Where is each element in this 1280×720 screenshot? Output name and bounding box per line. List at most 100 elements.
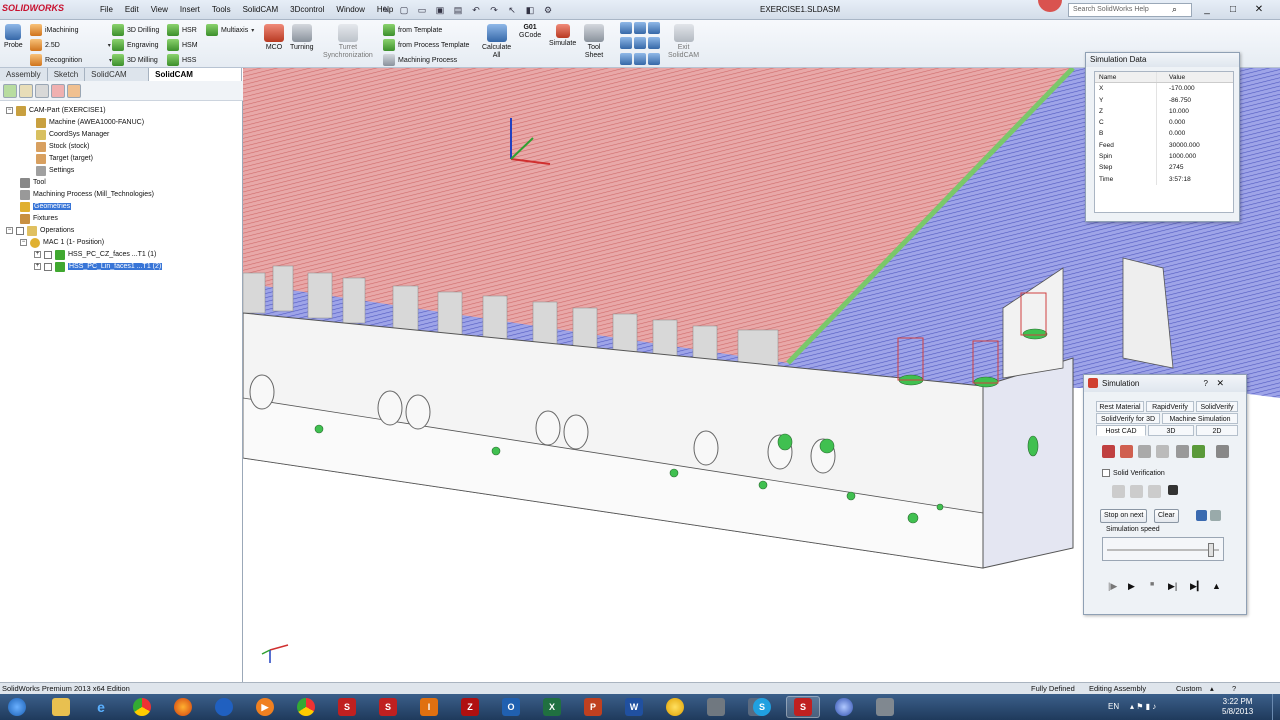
hsr-button[interactable]: HSR bbox=[167, 23, 197, 37]
system-clock[interactable]: 3:22 PM 5/8/2013 bbox=[1222, 697, 1253, 717]
stop-icon[interactable]: ■ bbox=[1150, 581, 1154, 588]
turning-button[interactable]: Turning bbox=[290, 24, 313, 52]
simulation-title-bar[interactable]: Simulation ? ✕ bbox=[1084, 375, 1246, 392]
rebuild-icon[interactable]: ◧ bbox=[522, 3, 538, 17]
menu-file[interactable]: File bbox=[94, 4, 119, 16]
start-button[interactable] bbox=[2, 696, 32, 718]
multiaxis-button[interactable]: Multiaxis ▾ bbox=[206, 23, 254, 37]
collapse-icon[interactable]: − bbox=[6, 227, 13, 234]
tree-operations[interactable]: − Operations bbox=[6, 225, 74, 236]
from-template-button[interactable]: from Template bbox=[383, 23, 442, 37]
tree-stock[interactable]: Stock (stock) bbox=[36, 141, 89, 152]
view-icon[interactable] bbox=[634, 22, 646, 34]
menu-edit[interactable]: Edit bbox=[119, 4, 145, 16]
collapse-icon[interactable]: − bbox=[20, 239, 27, 246]
tab-host-cad[interactable]: Host CAD bbox=[1096, 425, 1146, 436]
tab-solidverify-3d[interactable]: SolidVerify for 3D bbox=[1096, 413, 1160, 424]
table-row[interactable]: Z 10.000 bbox=[1095, 105, 1233, 118]
tray-icons[interactable]: ▴ ⚑ ▮ ♪ bbox=[1130, 702, 1156, 711]
close-icon[interactable]: ✕ bbox=[1216, 375, 1224, 392]
column-header-value[interactable]: Value bbox=[1157, 72, 1233, 82]
select-icon[interactable]: ↖ bbox=[504, 3, 520, 17]
checkbox[interactable] bbox=[16, 226, 24, 235]
view-icon[interactable] bbox=[634, 37, 646, 50]
language-indicator[interactable]: EN bbox=[1108, 702, 1119, 711]
dropdown-arrow-icon[interactable]: ▾ bbox=[251, 27, 254, 34]
from-process-template-button[interactable]: from Process Template bbox=[383, 38, 469, 52]
collapse-icon[interactable]: − bbox=[6, 107, 13, 114]
feature-manager-icon[interactable] bbox=[3, 84, 17, 98]
dim-expert-icon[interactable] bbox=[51, 84, 65, 98]
view-icon[interactable] bbox=[620, 52, 632, 65]
taskbar-ie[interactable]: e bbox=[84, 696, 118, 718]
taskbar-chrome[interactable] bbox=[125, 696, 159, 718]
simulation-speed-slider[interactable] bbox=[1102, 537, 1224, 561]
menu-tools[interactable]: Tools bbox=[206, 4, 237, 16]
show-tool-icon[interactable] bbox=[1102, 445, 1115, 458]
3d-drilling-button[interactable]: 3D Drilling bbox=[112, 23, 159, 37]
2-5d-button[interactable]: 2.5D ▾ bbox=[30, 38, 111, 52]
taskbar-filezilla[interactable]: Z bbox=[453, 696, 487, 718]
view-icon[interactable] bbox=[634, 52, 646, 65]
tree-operation-2[interactable]: + HSS_PC_Lin_faces1 ...T1 (2) bbox=[34, 261, 163, 272]
tab-rapidverify[interactable]: RapidVerify bbox=[1146, 401, 1194, 412]
table-row[interactable]: Y -86.750 bbox=[1095, 94, 1233, 106]
tab-sketch[interactable]: Sketch bbox=[48, 68, 86, 81]
mco-button[interactable]: MCO bbox=[264, 24, 284, 52]
close-button[interactable]: ✕ bbox=[1248, 2, 1270, 17]
hsm-button[interactable]: HSM bbox=[167, 38, 198, 52]
tree-cam-part[interactable]: − CAM-Part (EXERCISE1) bbox=[6, 105, 106, 116]
taskbar-word[interactable]: W bbox=[617, 696, 651, 718]
tab-2d[interactable]: 2D bbox=[1196, 425, 1238, 436]
expand-icon[interactable]: + bbox=[34, 263, 41, 270]
color-icon[interactable] bbox=[1196, 510, 1207, 521]
taskbar-solidworks-active[interactable]: S bbox=[786, 696, 820, 718]
search-icon[interactable]: ⌕ bbox=[1172, 4, 1184, 15]
exit-solidcam-button[interactable]: Exit SolidCAM bbox=[668, 24, 699, 60]
show-desktop-button[interactable] bbox=[1272, 694, 1280, 720]
minimize-button[interactable]: _ bbox=[1196, 2, 1218, 17]
view-icon[interactable] bbox=[620, 37, 632, 50]
turret-synchronization-button[interactable]: Turret Synchronization bbox=[323, 24, 373, 60]
solid-verification-option[interactable]: Solid Verification bbox=[1102, 469, 1165, 477]
show-stock-icon[interactable] bbox=[1120, 445, 1133, 458]
options-icon[interactable]: ⚙ bbox=[540, 3, 556, 17]
table-row[interactable]: B 0.000 bbox=[1095, 128, 1233, 140]
tree-fixtures[interactable]: Fixtures bbox=[20, 213, 58, 224]
dropdown-arrow-icon[interactable]: ▾ bbox=[108, 42, 111, 49]
checkbox[interactable] bbox=[44, 250, 52, 259]
menu-3dcontrol[interactable]: 3Dcontrol bbox=[284, 4, 330, 16]
play-icon[interactable]: ▶ bbox=[1128, 581, 1135, 592]
taskbar-flower-app[interactable] bbox=[658, 696, 692, 718]
maximize-button[interactable]: □ bbox=[1222, 2, 1244, 17]
run-to-end-icon[interactable]: ▶▎ bbox=[1190, 581, 1204, 592]
table-row[interactable]: Spin 1000.000 bbox=[1095, 151, 1233, 163]
recognition-button[interactable]: Recognition ▾ bbox=[30, 53, 112, 67]
new-document-icon[interactable]: ▢ bbox=[396, 3, 412, 17]
table-row[interactable]: C 0.000 bbox=[1095, 117, 1233, 129]
verify-icon[interactable] bbox=[1130, 485, 1143, 498]
data-table-icon[interactable] bbox=[1216, 445, 1229, 458]
tree-settings[interactable]: Settings bbox=[36, 165, 74, 176]
tool-path-icon[interactable] bbox=[1176, 445, 1189, 458]
property-manager-icon[interactable] bbox=[19, 84, 33, 98]
step-icon[interactable] bbox=[1156, 445, 1169, 458]
verify-icon[interactable] bbox=[1112, 485, 1125, 498]
tree-icon[interactable] bbox=[1192, 445, 1205, 458]
imachining-button[interactable]: iMachining▾ bbox=[30, 23, 118, 37]
tree-target[interactable]: Target (target) bbox=[36, 153, 93, 164]
menu-view[interactable]: View bbox=[145, 4, 174, 16]
tree-coordsys[interactable]: CoordSys Manager bbox=[36, 129, 109, 140]
tab-machine-simulation[interactable]: Machine Simulation bbox=[1162, 413, 1238, 424]
taskbar-media-player[interactable]: ▶ bbox=[248, 696, 282, 718]
open-folder-icon[interactable]: ▭ bbox=[414, 3, 430, 17]
tree-operation-1[interactable]: + HSS_PC_CZ_faces ...T1 (1) bbox=[34, 249, 156, 260]
taskbar-excel[interactable]: X bbox=[535, 696, 569, 718]
checkbox[interactable] bbox=[44, 262, 52, 271]
simulation-data-title[interactable]: Simulation Data bbox=[1086, 53, 1239, 67]
tab-solidcam-operations[interactable]: SolidCAM Operations bbox=[149, 68, 242, 92]
pin-icon[interactable]: ✎ bbox=[378, 3, 394, 17]
tab-solidverify[interactable]: SolidVerify bbox=[1196, 401, 1238, 412]
table-row[interactable]: Feed 30000.000 bbox=[1095, 139, 1233, 152]
verify-icon[interactable] bbox=[1148, 485, 1161, 498]
